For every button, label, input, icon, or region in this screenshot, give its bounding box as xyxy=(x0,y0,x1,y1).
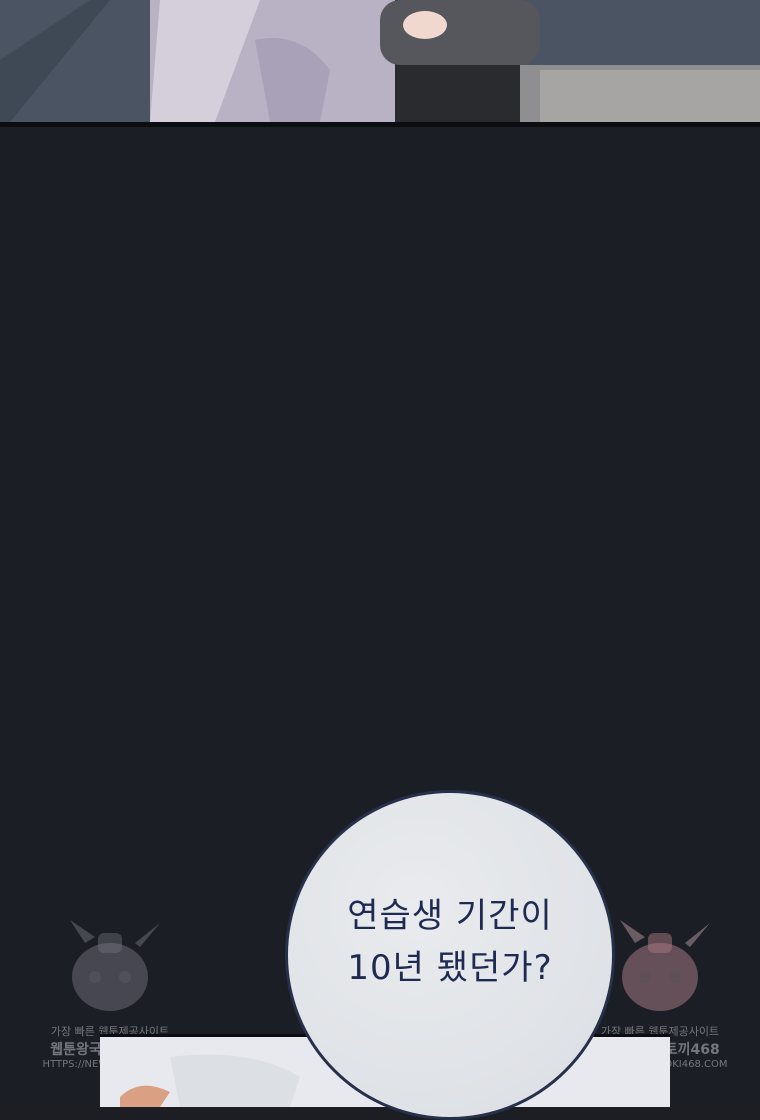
speech-bubble-text: 연습생 기간이 10년 됐던가? xyxy=(285,890,615,994)
speech-line-2: 10년 됐던가? xyxy=(347,948,553,988)
top-comic-panel xyxy=(0,0,760,122)
panel-illustration xyxy=(0,0,760,122)
mascot-icon xyxy=(70,920,160,1011)
speech-line-1: 연습생 기간이 xyxy=(347,896,553,936)
